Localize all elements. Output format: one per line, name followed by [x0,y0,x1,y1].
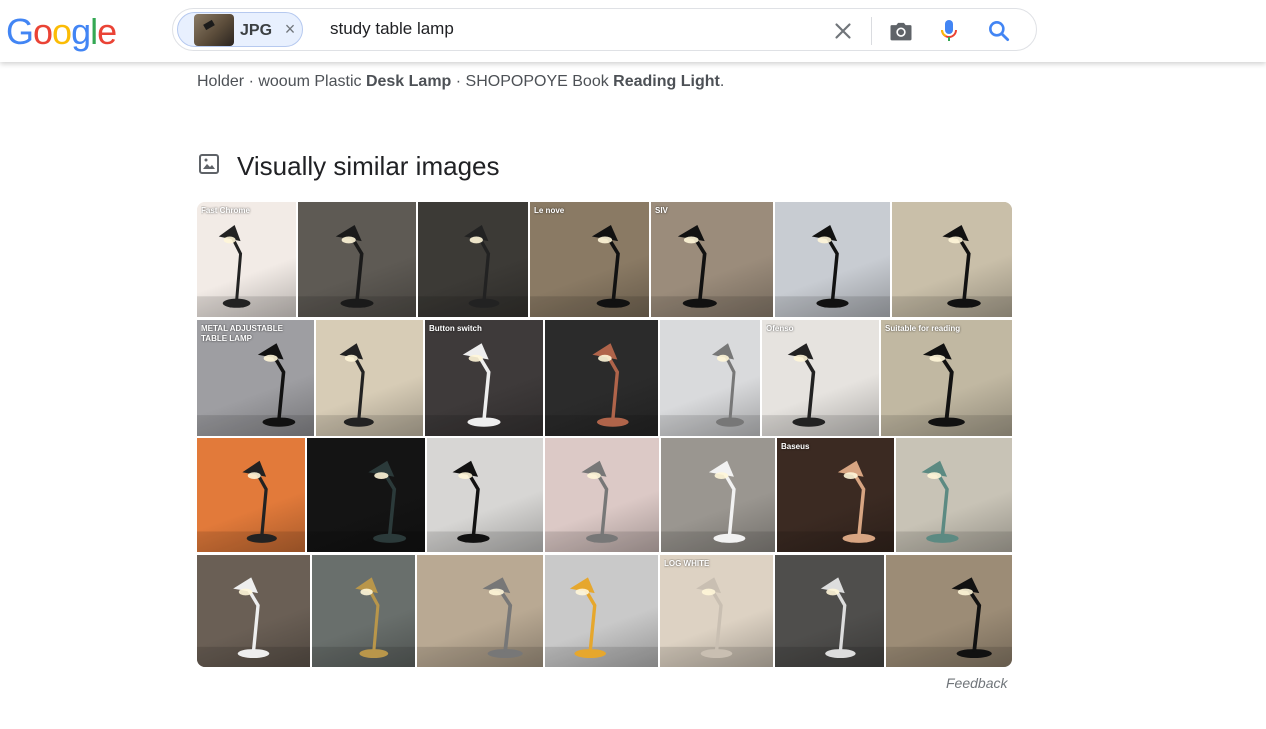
thumbnail-overlay-text: SIV [655,206,668,215]
image-thumbnail[interactable]: Button switch [425,320,543,436]
logo-letter: o [33,11,53,52]
lamp-silhouette [886,577,1012,667]
search-divider [871,17,872,45]
image-thumbnail[interactable] [545,438,659,552]
lamp-silhouette [298,225,416,317]
thumbnail-overlay-text: Ofenso [766,324,794,333]
feedback-link[interactable]: Feedback [946,675,1007,691]
image-thumbnail[interactable] [545,320,658,436]
logo-letter: e [97,11,117,52]
lamp-silhouette [651,225,773,317]
lamp-silhouette [881,343,1012,436]
chip-thumbnail [194,14,234,46]
logo-letter: o [52,11,72,52]
lamp-silhouette [312,577,415,667]
mic-icon[interactable] [937,17,961,45]
search-input[interactable]: study table lamp [330,19,454,39]
lamp-silhouette [892,225,1012,317]
google-logo[interactable]: Google [6,11,117,52]
image-thumbnail[interactable] [892,202,1012,317]
search-icon[interactable] [986,18,1012,44]
image-thumbnail[interactable] [312,555,415,667]
lamp-silhouette [316,343,423,436]
thumbnail-overlay-text: METAL ADJUSTABLE TABLE LAMP [201,324,283,343]
image-thumbnail[interactable] [427,438,543,552]
lamp-silhouette [660,577,773,667]
image-thumbnail[interactable] [307,438,425,552]
logo-letter: l [90,11,98,52]
image-thumbnail[interactable] [418,202,528,317]
thumbnail-overlay-text: Button switch [429,324,482,333]
image-thumbnail[interactable] [417,555,543,667]
snippet-text: · SHOPOPOYE Book [451,73,614,90]
image-thumbnail[interactable]: Suitable for reading [881,320,1012,436]
result-snippet: Holder · wooum Plastic Desk Lamp · SHOPO… [197,70,724,94]
image-thumbnail[interactable] [298,202,416,317]
thumbnail-overlay-text: Fast Chrome [201,206,250,215]
image-thumbnail[interactable] [316,320,423,436]
image-thumbnail[interactable]: Le nove [530,202,649,317]
lamp-silhouette [427,460,543,552]
image-thumbnail[interactable] [197,438,305,552]
lamp-silhouette [417,577,543,667]
image-thumbnail[interactable] [197,555,310,667]
image-thumbnail[interactable]: Fast Chrome [197,202,296,317]
image-thumbnail[interactable]: Baseus [777,438,894,552]
image-grid: Fast Chrome Le nove SIV METAL ADJUSTABLE TA… [197,202,1012,667]
thumbnail-overlay-text: LOG WHITE [664,559,710,568]
snippet-bold: Reading Light [613,73,720,90]
thumbnail-overlay-text: Suitable for reading [885,324,961,333]
thumbnail-overlay-text: Baseus [781,442,810,451]
snippet-text: Holder · wooum Plastic [197,73,366,90]
lamp-silhouette [197,460,305,552]
image-thumbnail[interactable]: SIV [651,202,773,317]
image-thumbnail[interactable] [896,438,1012,552]
lamp-silhouette [197,577,310,667]
image-thumbnail[interactable] [775,202,890,317]
snippet-bold: Desk Lamp [365,73,452,90]
section-title: Visually similar images [237,151,500,181]
image-thumbnail[interactable] [545,555,658,667]
lamp-silhouette [762,343,879,436]
lamp-silhouette [775,577,884,667]
search-header: Google JPG × study table lamp [0,0,1266,62]
image-thumbnail[interactable] [661,438,775,552]
camera-icon[interactable] [887,17,915,45]
lamp-silhouette [530,225,649,317]
image-thumbnail[interactable]: Ofenso [762,320,879,436]
lamp-silhouette [545,343,658,436]
chip-close-icon[interactable]: × [280,19,300,39]
image-thumbnail[interactable] [660,320,760,436]
logo-letter: G [6,11,34,52]
logo-letter: g [71,11,91,52]
clear-icon[interactable] [830,18,856,44]
chip-label: JPG [240,22,273,39]
thumbnail-overlay-text: Le nove [534,206,565,215]
lamp-silhouette [661,460,775,552]
lamp-silhouette [197,225,296,317]
image-thumbnail[interactable]: LOG WHITE [660,555,773,667]
lamp-silhouette [545,577,658,667]
lamp-silhouette [896,460,1012,552]
lamp-silhouette [307,460,425,552]
lamp-silhouette [660,343,760,436]
lamp-silhouette [777,460,894,552]
snippet-text: . [719,73,725,90]
image-thumbnail[interactable] [775,555,884,667]
image-thumbnail[interactable]: METAL ADJUSTABLE TABLE LAMP [197,320,314,436]
lamp-silhouette [545,460,659,552]
image-chip[interactable]: JPG × [177,12,303,47]
lamp-silhouette [425,343,543,436]
image-thumbnail[interactable] [886,555,1012,667]
lamp-silhouette [775,225,890,317]
lamp-silhouette [418,225,528,317]
image-icon [197,152,221,176]
search-box[interactable]: JPG × study table lamp [172,8,1037,51]
